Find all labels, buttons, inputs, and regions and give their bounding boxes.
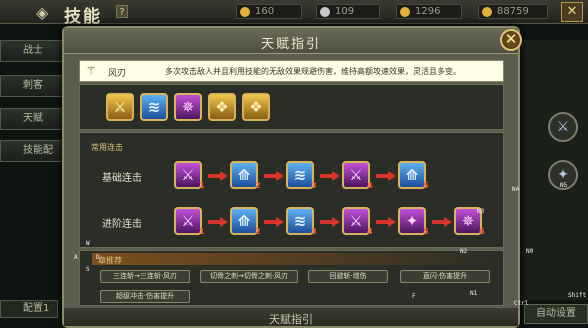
side-tab-talent[interactable]: 天赋 xyxy=(0,108,64,130)
talent-icons-panel: ⚔ ≋ ✵ ❖ ❖ xyxy=(79,84,504,130)
combo-step-icon[interactable]: ⚔ xyxy=(174,161,202,189)
debug-label: N3 xyxy=(477,208,485,215)
debug-label: Shift xyxy=(568,292,587,299)
debug-label: N1 xyxy=(470,290,478,297)
recommend-item[interactable]: 三连斩→三连斩·风刃 xyxy=(100,270,190,283)
page-title: 技能 xyxy=(64,7,102,27)
combo-step-icon[interactable]: ⚔ xyxy=(342,161,370,189)
dialog-title: 天赋指引 xyxy=(260,37,321,52)
combo-step-number: 4 xyxy=(367,227,373,236)
help-icon[interactable]: ? xyxy=(116,5,128,18)
basic-combo-label: 基础连击 xyxy=(102,173,142,184)
close-icon[interactable]: ✕ xyxy=(561,2,583,22)
debug-label: F xyxy=(412,293,416,300)
dialog-bottom-caption: 天赋指引 xyxy=(269,313,313,326)
combo-step-number: 5 xyxy=(423,227,429,236)
debug-label: S xyxy=(86,266,90,273)
arrow-right-icon xyxy=(264,171,284,181)
recommend-item[interactable]: 切骨之刺→切骨之刺·风刃 xyxy=(200,270,298,283)
debug-label: D xyxy=(96,254,100,261)
side-tab-warrior[interactable]: 战士 xyxy=(0,40,64,62)
talent-gold-slash-icon[interactable]: ⚔ xyxy=(106,93,134,121)
close-icon[interactable]: ✕ xyxy=(500,29,522,51)
arrow-right-icon xyxy=(376,217,396,227)
gold-coin-icon xyxy=(400,7,410,17)
combo-step-number: 6 xyxy=(479,227,485,236)
debug-label: N0 xyxy=(526,248,534,255)
side-tab-skill-config[interactable]: 技能配 xyxy=(0,140,64,162)
combo-step-icon[interactable]: ⟰ xyxy=(398,161,426,189)
debug-label: Ctrl xyxy=(514,300,529,307)
weapon-name: 风刃 xyxy=(108,69,127,79)
gold-coin-icon xyxy=(482,7,492,17)
auto-setting-button[interactable]: 自动设置 xyxy=(524,304,588,324)
combo-step-icon[interactable]: ≋ xyxy=(286,207,314,235)
combo-step-number: 1 xyxy=(199,227,205,236)
gold-coin-icon xyxy=(240,7,250,17)
combo-section-title: 常用连击 xyxy=(91,143,123,152)
advanced-combo-label: 进阶连击 xyxy=(102,219,142,230)
debug-label: W xyxy=(86,240,90,247)
combo-step-number: 1 xyxy=(199,181,205,190)
combo-step-icon[interactable]: ⟰ xyxy=(230,207,258,235)
skill-slot-icon[interactable]: ⚔ xyxy=(548,112,578,142)
talent-gold-scroll-icon[interactable]: ❖ xyxy=(208,93,236,121)
debug-label: N2 xyxy=(460,248,468,255)
combo-step-icon[interactable]: ⚔ xyxy=(342,207,370,235)
arrow-right-icon xyxy=(376,171,396,181)
combo-step-icon[interactable]: ✦ xyxy=(398,207,426,235)
combo-step-number: 3 xyxy=(311,227,317,236)
talent-gold-scroll2-icon[interactable]: ❖ xyxy=(242,93,270,121)
currency-2: 109 xyxy=(316,4,380,19)
debug-label: N5 xyxy=(560,182,568,189)
arrow-right-icon xyxy=(320,171,340,181)
combo-step-number: 2 xyxy=(255,181,261,190)
combo-step-number: 4 xyxy=(367,181,373,190)
combo-step-number: 2 xyxy=(255,227,261,236)
talent-guide-dialog: 天赋指引 ✕ ⚚ 风刃 多次攻击敌人并且利用技能的无敌效果规避伤害，维持高额攻速… xyxy=(62,26,522,328)
recommend-item[interactable]: 回避斩·增伤 xyxy=(308,270,388,283)
combo-step-icon[interactable]: ⚔ xyxy=(174,207,202,235)
currency-3: 1296 xyxy=(396,4,462,19)
recommend-section-title: 章推荐 xyxy=(98,256,122,265)
debug-label: A xyxy=(74,254,78,261)
recommend-item[interactable]: 直闪·伤害提升 xyxy=(400,270,490,283)
silver-coin-icon xyxy=(320,7,330,17)
top-bar: ◈ 技能 ? 160 109 1296 88759 ✕ xyxy=(0,0,588,27)
arrow-right-icon xyxy=(432,217,452,227)
dialog-header: 天赋指引 xyxy=(64,28,518,54)
arrow-right-icon xyxy=(208,217,228,227)
side-tab-assassin[interactable]: 刺客 xyxy=(0,75,64,97)
combo-panel: 常用连击 基础连击 ⚔ 1 ⟰ 2 ≋ 3 ⚔ 4 ⟰ 5 进阶连击 ⚔ 1 ⟰… xyxy=(79,132,504,248)
talent-pink-star-icon[interactable]: ✵ xyxy=(174,93,202,121)
combo-step-icon[interactable]: ≋ xyxy=(286,161,314,189)
recommend-title-bar xyxy=(92,253,502,265)
talent-blue-wave-icon[interactable]: ≋ xyxy=(140,93,168,121)
back-arrow-icon[interactable]: ◈ xyxy=(36,3,48,22)
arrow-right-icon xyxy=(320,217,340,227)
combo-step-number: 5 xyxy=(423,181,429,190)
arrow-right-icon xyxy=(208,171,228,181)
config-selector[interactable]: 配置1 xyxy=(0,300,58,318)
recommend-item[interactable]: 超级冲击·伤害提升 xyxy=(100,290,190,303)
combo-step-icon[interactable]: ⟰ xyxy=(230,161,258,189)
weapon-description: 多次攻击敌人并且利用技能的无敌效果规避伤害，维持高额攻速效果，灵活且多变。 xyxy=(165,67,461,76)
weapon-info-row: ⚚ 风刃 多次攻击敌人并且利用技能的无敌效果规避伤害，维持高额攻速效果，灵活且多… xyxy=(79,60,504,82)
debug-label: N4 xyxy=(512,186,520,193)
arrow-right-icon xyxy=(264,217,284,227)
currency-4: 88759 xyxy=(478,4,548,19)
wind-blade-icon: ⚚ xyxy=(85,64,97,78)
combo-step-number: 3 xyxy=(311,181,317,190)
currency-1: 160 xyxy=(236,4,302,19)
